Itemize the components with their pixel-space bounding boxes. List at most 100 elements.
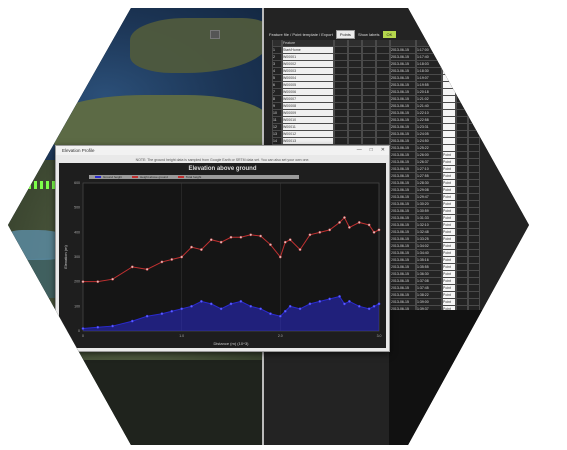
table-cell: 1:37:08 xyxy=(416,278,442,285)
table-cell: 1:32:10 xyxy=(416,222,442,229)
table-cell[interactable]: W00001 xyxy=(282,54,334,61)
table-cell[interactable]: W00011 xyxy=(282,124,334,131)
table-row[interactable]: 7 W00006 2013-06-15 1:20:18 xyxy=(272,89,480,96)
table-row[interactable]: 6 W00005 2013-06-15 1:19:55 xyxy=(272,82,480,89)
table-cell: Point xyxy=(442,201,456,208)
column-header[interactable] xyxy=(416,40,442,47)
table-cell xyxy=(348,96,362,103)
table-cell[interactable]: W00003 xyxy=(282,68,334,75)
data-point xyxy=(209,238,213,242)
table-cell xyxy=(456,75,468,82)
table-cell: 1:32:48 xyxy=(416,229,442,236)
close-icon[interactable]: ✕ xyxy=(381,146,385,155)
table-cell xyxy=(468,68,480,75)
column-header[interactable] xyxy=(468,40,480,47)
table-cell: Point xyxy=(442,250,456,257)
data-point xyxy=(357,304,361,308)
hexagon-frame: Feature file / Point template / Export P… xyxy=(8,8,529,445)
points-select[interactable]: Points xyxy=(335,30,355,39)
table-row[interactable]: 10 W00009 2013-06-15 1:22:10 xyxy=(272,110,480,117)
table-cell[interactable]: W00007 xyxy=(282,96,334,103)
table-cell[interactable]: W00012 xyxy=(282,131,334,138)
column-header[interactable] xyxy=(390,40,416,47)
table-cell[interactable]: W00009 xyxy=(282,110,334,117)
column-header[interactable] xyxy=(442,40,456,47)
data-point xyxy=(199,248,203,252)
table-cell: 2013-06-15 xyxy=(390,271,416,278)
table-cell xyxy=(376,47,390,54)
table-cell xyxy=(456,54,468,61)
table-cell: 1:31:33 xyxy=(416,215,442,222)
table-cell xyxy=(468,299,480,306)
table-cell[interactable]: W00006 xyxy=(282,89,334,96)
column-header[interactable] xyxy=(272,40,282,47)
table-row[interactable]: 13 W00012 2013-06-15 1:24:05 xyxy=(272,131,480,138)
table-cell xyxy=(468,208,480,215)
map-type-select[interactable] xyxy=(210,30,220,39)
table-cell: 2013-06-15 xyxy=(390,285,416,292)
column-header[interactable] xyxy=(376,40,390,47)
table-row[interactable]: 2 W00001 2013-06-15 1:17:40 xyxy=(272,54,480,61)
table-cell xyxy=(376,138,390,145)
table-cell xyxy=(362,47,376,54)
table-cell: 2013-06-15 xyxy=(390,187,416,194)
table-cell: 1:21:02 xyxy=(416,96,442,103)
table-row[interactable]: 14 W00013 2013-06-15 1:24:50 xyxy=(272,138,480,145)
maximize-icon[interactable]: □ xyxy=(370,146,373,155)
table-cell: Point xyxy=(442,292,456,299)
window-titlebar[interactable]: Elevation Profile — □ ✕ xyxy=(56,146,389,155)
table-row[interactable]: 5 W00004 2013-06-15 1:19:07 xyxy=(272,75,480,82)
column-header[interactable] xyxy=(456,40,468,47)
table-cell[interactable]: W00013 xyxy=(282,138,334,145)
table-cell xyxy=(334,138,348,145)
data-point xyxy=(209,302,213,306)
column-header[interactable] xyxy=(348,40,362,47)
table-cell: 2013-06-15 xyxy=(390,159,416,166)
table-cell[interactable]: W00005 xyxy=(282,82,334,89)
table-cell: 2013-06-15 xyxy=(390,201,416,208)
table-cell[interactable]: W00008 xyxy=(282,103,334,110)
table-cell xyxy=(348,75,362,82)
table-row[interactable]: 1 Start/Home 2013-06-15 1:17:00 xyxy=(272,47,480,54)
table-cell xyxy=(334,54,348,61)
table-cell: 2013-06-15 xyxy=(390,103,416,110)
data-point xyxy=(180,307,184,311)
y-tick-label: 300 xyxy=(74,255,80,259)
table-cell xyxy=(456,243,468,250)
table-cell: 1:19:07 xyxy=(416,75,442,82)
table-cell: 1:18:03 xyxy=(416,61,442,68)
table-cell xyxy=(468,124,480,131)
ok-button[interactable]: OK xyxy=(382,31,397,38)
show-labels-checkbox[interactable]: Show labels xyxy=(358,32,380,37)
table-cell xyxy=(468,229,480,236)
data-point xyxy=(160,312,164,316)
table-row[interactable]: 12 W00011 2013-06-15 1:23:31 xyxy=(272,124,480,131)
data-point xyxy=(308,233,312,237)
table-cell: Point xyxy=(442,194,456,201)
data-point xyxy=(259,307,263,311)
table-cell xyxy=(376,61,390,68)
table-cell[interactable]: W00010 xyxy=(282,117,334,124)
table-cell xyxy=(442,61,456,68)
table-cell[interactable]: W00004 xyxy=(282,75,334,82)
table-cell xyxy=(468,82,480,89)
table-cell: 1:17:00 xyxy=(416,47,442,54)
table-row[interactable]: 9 W00008 2013-06-15 1:21:40 xyxy=(272,103,480,110)
column-header[interactable] xyxy=(334,40,348,47)
data-point xyxy=(219,307,223,311)
table-empty-area xyxy=(389,310,529,445)
table-cell xyxy=(468,103,480,110)
table-row[interactable]: 4 W00003 2013-06-15 1:18:30 xyxy=(272,68,480,75)
table-cell: 2013-06-15 xyxy=(390,47,416,54)
table-cell: 1:29:47 xyxy=(416,194,442,201)
table-cell xyxy=(468,236,480,243)
table-cell xyxy=(348,138,362,145)
table-cell[interactable]: Start/Home xyxy=(282,47,334,54)
table-cell[interactable]: W00002 xyxy=(282,61,334,68)
column-header[interactable] xyxy=(362,40,376,47)
minimize-icon[interactable]: — xyxy=(357,146,362,155)
table-row[interactable]: 8 W00007 2013-06-15 1:21:02 xyxy=(272,96,480,103)
table-row[interactable]: 3 W00002 2013-06-15 1:18:03 xyxy=(272,61,480,68)
table-row[interactable]: 11 W00010 2013-06-15 1:22:58 xyxy=(272,117,480,124)
column-header[interactable]: Feature xyxy=(282,40,334,47)
